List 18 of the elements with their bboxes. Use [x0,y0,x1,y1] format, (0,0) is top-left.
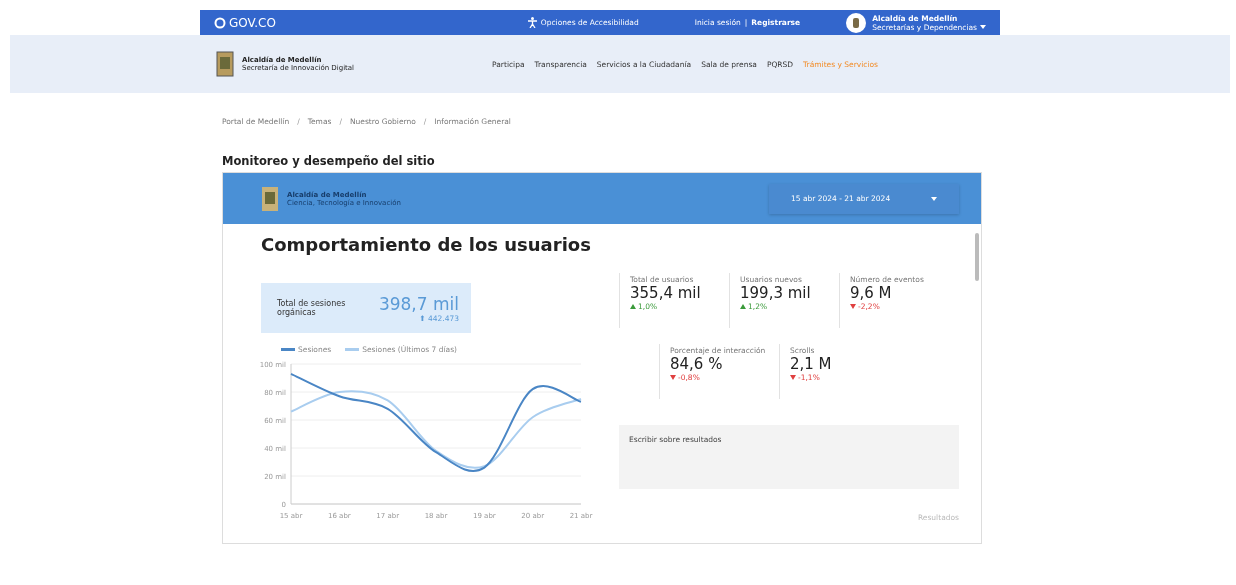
logo-icon [214,16,226,29]
accessibility-icon [527,17,537,28]
caret-icon [931,196,937,201]
brand-name[interactable]: GOV.CO [229,15,276,30]
section-heading: Comportamiento de los usuarios [261,234,592,255]
metric-label: Total de sesiones orgánicas [277,299,347,317]
page-title: Monitoreo y desempeño del sitio [222,154,436,168]
avatar-icon [846,12,867,33]
metric-value: 398,7 mil [378,293,459,314]
metric-value: 2,1 M [790,355,833,373]
metric-value: 199,3 mil [740,284,812,302]
coat-of-arms-icon [261,185,279,212]
coat-of-arms-icon [216,51,234,77]
scrollbar[interactable] [975,233,979,281]
caret-icon [980,25,986,29]
metric-value: 84,6 % [670,355,724,373]
metric-value: 355,4 mil [630,284,702,302]
metric-value: 9,6 M [850,284,893,302]
